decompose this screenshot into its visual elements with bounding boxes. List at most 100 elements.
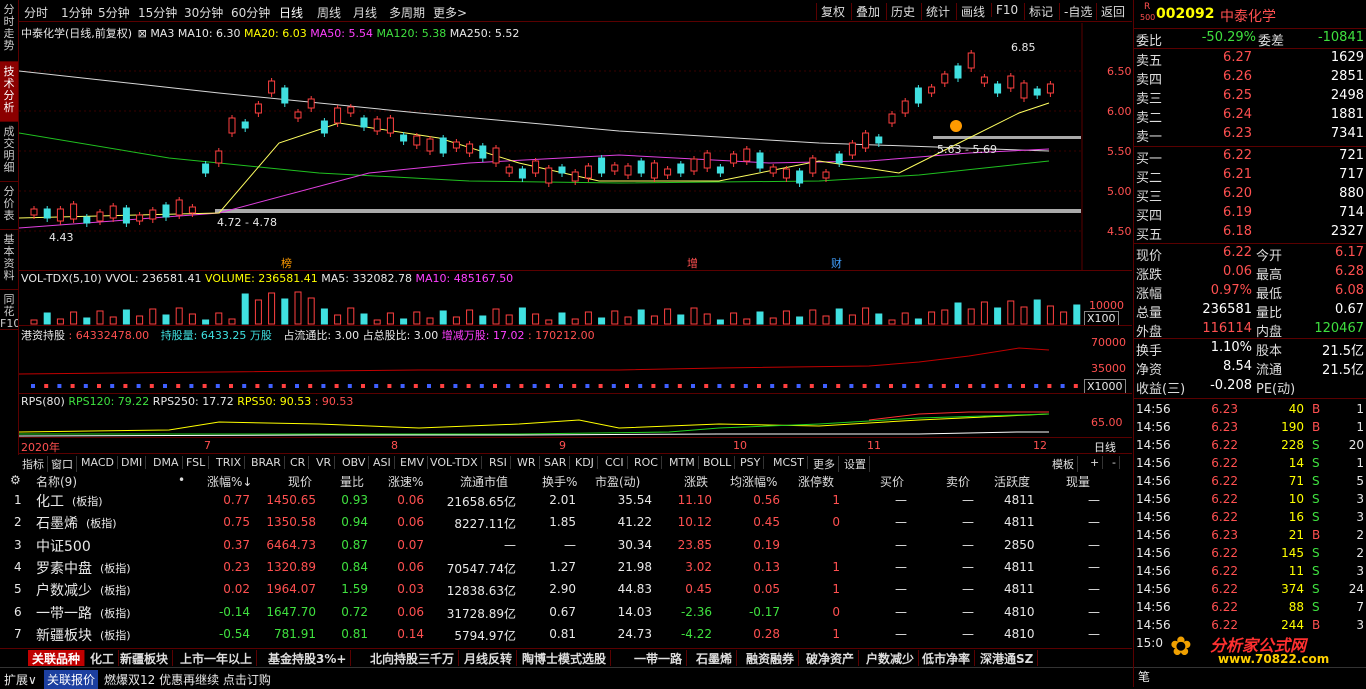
- col-buy[interactable]: 买价: [880, 473, 904, 490]
- hk-holding-panel[interactable]: 港资持股 : 64332478.00 持股量: 6433.25 万股 占流通比:…: [19, 325, 1132, 394]
- ind-cr[interactable]: CR: [287, 456, 310, 469]
- bottom-tab-9[interactable]: 石墨烯: [692, 650, 738, 666]
- tab-f10[interactable]: 同花F10: [0, 290, 18, 330]
- col-zd[interactable]: 涨跌: [684, 473, 708, 490]
- tool-watchlist[interactable]: -自选: [1059, 3, 1092, 20]
- bid-row[interactable]: 买二 6.21 717: [1136, 167, 1364, 186]
- bottom-tab-8[interactable]: 一带一路: [630, 650, 688, 666]
- bottom-tab-6[interactable]: 月线反转: [460, 650, 518, 666]
- period-5min[interactable]: 5分钟: [98, 4, 130, 21]
- bottom-tab-10[interactable]: 融资融券: [742, 650, 800, 666]
- col-price[interactable]: 现价: [288, 473, 312, 490]
- bid-row[interactable]: 买三 6.20 880: [1136, 186, 1364, 205]
- ind-rsi[interactable]: RSI: [486, 456, 511, 469]
- ind-trix[interactable]: TRIX: [213, 456, 246, 469]
- col-hs[interactable]: 换手%: [542, 473, 577, 490]
- ind-wr[interactable]: WR: [514, 456, 540, 469]
- period-monthly[interactable]: 月线: [353, 4, 377, 21]
- ind-mcst[interactable]: MCST: [770, 456, 808, 469]
- tool-draw[interactable]: 画线: [956, 3, 985, 20]
- ind-brar[interactable]: BRAR: [248, 456, 285, 469]
- ind-more[interactable]: 更多: [810, 456, 839, 472]
- ind-boll[interactable]: BOLL: [700, 456, 736, 469]
- bottom-tab-2[interactable]: 新疆板块: [116, 650, 174, 666]
- ind-mtm[interactable]: MTM: [666, 456, 699, 469]
- cell-name[interactable]: 户数减少: [36, 580, 92, 600]
- template-button[interactable]: 模板: [1049, 456, 1078, 472]
- bottom-tab-12[interactable]: 户数减少: [862, 650, 920, 666]
- tab-technical[interactable]: 技术分析: [0, 62, 18, 122]
- col-lb[interactable]: 量比: [340, 473, 364, 490]
- period-60min[interactable]: 60分钟: [231, 4, 270, 21]
- tool-overlay[interactable]: 叠加: [851, 3, 880, 20]
- period-daily[interactable]: 日线: [279, 4, 303, 21]
- remove-pane-button[interactable]: -: [1109, 456, 1120, 469]
- ind-cci[interactable]: CCI: [602, 456, 628, 469]
- bottom-tab-14[interactable]: 深港通SZ: [976, 650, 1039, 666]
- bid-row[interactable]: 买一 6.22 721: [1136, 148, 1364, 167]
- ask-row[interactable]: 卖五 6.27 1629: [1136, 50, 1364, 69]
- ind-dmi[interactable]: DMI: [118, 456, 147, 469]
- period-multi[interactable]: 多周期: [389, 4, 425, 21]
- ind-fsl[interactable]: FSL: [183, 456, 210, 469]
- period-weekly[interactable]: 周线: [317, 4, 341, 21]
- cell-name[interactable]: 化工: [36, 491, 64, 511]
- pen-tab[interactable]: 笔: [1138, 668, 1150, 685]
- tab-price-table[interactable]: 分价表: [0, 182, 18, 230]
- ind-indicator[interactable]: 指标: [19, 456, 48, 472]
- col-act[interactable]: 活跃度: [994, 473, 1030, 490]
- expand-button[interactable]: 扩展∨: [4, 671, 37, 688]
- volume-panel[interactable]: VOL-TDX(5,10) VVOL: 236581.41 VOLUME: 23…: [19, 270, 1132, 326]
- tool-back[interactable]: 返回: [1096, 3, 1125, 20]
- bottom-tab-5[interactable]: 北向持股三千万: [366, 650, 460, 666]
- period-more[interactable]: 更多>: [433, 4, 467, 21]
- cell-name[interactable]: 石墨烯: [36, 513, 78, 533]
- tool-f10[interactable]: F10: [991, 3, 1018, 17]
- cell-name[interactable]: 罗素中盘: [36, 558, 92, 578]
- col-pe[interactable]: 市盈(动): [595, 473, 640, 490]
- ind-voltdx[interactable]: VOL-TDX: [427, 456, 482, 469]
- col-zt[interactable]: 涨停数: [798, 473, 834, 490]
- bottom-tab-1[interactable]: 化工: [86, 650, 120, 666]
- ind-vr[interactable]: VR: [313, 456, 336, 469]
- bottom-tab-11[interactable]: 破净资产: [802, 650, 860, 666]
- bottom-tab-0[interactable]: 关联品种: [28, 650, 86, 666]
- tab-basic-info[interactable]: 基本资料: [0, 230, 18, 290]
- ind-roc[interactable]: ROC: [631, 456, 662, 469]
- col-spd[interactable]: 涨速%: [388, 473, 423, 490]
- period-30min[interactable]: 30分钟: [184, 4, 223, 21]
- event-mark-3[interactable]: 财: [831, 255, 842, 271]
- ind-settings[interactable]: 设置: [841, 456, 870, 472]
- tool-stats[interactable]: 统计: [921, 3, 950, 20]
- bottom-tab-4[interactable]: 基金持股3%+: [264, 650, 352, 666]
- ind-sar[interactable]: SAR: [541, 456, 571, 469]
- bottom-tab-3[interactable]: 上市一年以上: [176, 650, 258, 666]
- ask-row[interactable]: 卖三 6.25 2498: [1136, 88, 1364, 107]
- gear-icon[interactable]: ⚙: [10, 473, 21, 487]
- bottom-tab-7[interactable]: 陶博士模式选股: [518, 650, 612, 666]
- ind-obv[interactable]: OBV: [339, 456, 370, 469]
- cell-name[interactable]: 新疆板块: [36, 625, 92, 645]
- event-mark-1[interactable]: 榜: [281, 255, 292, 271]
- cell-name[interactable]: 中证500: [36, 536, 91, 556]
- bottom-tab-13[interactable]: 低市净率: [918, 650, 976, 666]
- ask-row[interactable]: 卖四 6.26 2851: [1136, 69, 1364, 88]
- col-mv[interactable]: 流通市值: [460, 473, 508, 490]
- event-mark-2[interactable]: 增: [687, 255, 698, 271]
- tool-history[interactable]: 历史: [886, 3, 915, 20]
- ind-psy[interactable]: PSY: [737, 456, 765, 469]
- period-1min[interactable]: 1分钟: [61, 4, 93, 21]
- col-sell[interactable]: 卖价: [946, 473, 970, 490]
- ind-window[interactable]: 窗口: [48, 456, 77, 472]
- ind-emv[interactable]: EMV: [397, 456, 428, 469]
- tab-deals[interactable]: 成交明细: [0, 122, 18, 182]
- ind-dma[interactable]: DMA: [150, 456, 183, 469]
- tool-adjust[interactable]: 复权: [816, 3, 845, 20]
- col-vol[interactable]: 现量: [1066, 473, 1090, 490]
- tab-timeshare[interactable]: 分时走势: [0, 0, 18, 62]
- ask-row[interactable]: 卖二 6.24 1881: [1136, 107, 1364, 126]
- related-quote-button[interactable]: 关联报价: [44, 670, 99, 689]
- bid-row[interactable]: 买五 6.18 2327: [1136, 224, 1364, 243]
- col-avg[interactable]: 均涨幅%: [730, 473, 777, 490]
- ind-kdj[interactable]: KDJ: [572, 456, 598, 469]
